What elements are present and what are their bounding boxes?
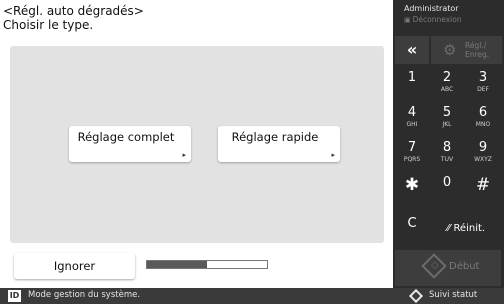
key-letters: WXYZ [474, 156, 492, 163]
quick-adjustment-label: Réglage rapide [231, 130, 319, 144]
ignore-button[interactable]: Ignorer [14, 253, 135, 279]
key-0[interactable]: 0 [430, 171, 464, 205]
key-digit: 8 [442, 140, 452, 155]
back-button[interactable]: « [395, 36, 429, 64]
main-area: <Régl. auto dégradés> Choisir le type. R… [0, 0, 393, 288]
key-3[interactable]: 3 DEF [466, 66, 500, 100]
key-letters: PQRS [403, 156, 421, 163]
type-selection-panel: Réglage complet ▸ Réglage rapide ▸ [10, 46, 384, 243]
id-badge: ID [8, 290, 21, 302]
triangle-right-icon: ▸ [182, 151, 186, 159]
progress-bar [146, 260, 268, 269]
key-letters: JKL [442, 121, 452, 128]
key-letters: MNO [475, 121, 491, 128]
key-5[interactable]: 5 JKL [430, 101, 464, 135]
key-9[interactable]: 9 WXYZ [466, 136, 500, 170]
key-7[interactable]: 7 PQRS [395, 136, 429, 170]
status-monitor-label: Suivi statut [429, 290, 478, 300]
user-name: Administrator [404, 4, 459, 13]
progress-fill [147, 261, 207, 268]
gear-icon: ⚙ [443, 41, 457, 59]
key-digit: 1 [407, 70, 417, 85]
status-message: Mode gestion du système. [28, 290, 141, 300]
key-4[interactable]: 4 GHI [395, 101, 429, 135]
key-c[interactable]: C [395, 212, 429, 246]
full-adjustment-button[interactable]: Réglage complet ▸ [69, 126, 191, 162]
key-digit: 7 [407, 140, 417, 155]
page-subtitle: Choisir le type. [3, 18, 94, 32]
key-1[interactable]: 1 [395, 66, 429, 100]
full-adjustment-label: Réglage complet [77, 130, 175, 144]
key-star[interactable]: ✱ [395, 171, 429, 205]
key-letters: GHI [406, 121, 418, 128]
key-digit: # [475, 175, 491, 195]
key-digit: 3 [478, 70, 488, 85]
key-digit: 5 [442, 105, 452, 120]
logout-label: Déconnexion [412, 15, 462, 24]
key-2[interactable]: 2 ABC [430, 66, 464, 100]
key-8[interactable]: 8 TUV [430, 136, 464, 170]
start-button[interactable]: ◇ Début [395, 250, 501, 286]
status-bar: ID Mode gestion du système. Suivi statut [0, 288, 504, 304]
logout-button[interactable]: ▣ Déconnexion [404, 15, 462, 24]
key-6[interactable]: 6 MNO [466, 101, 500, 135]
double-chevron-left-icon: « [406, 40, 418, 59]
quick-adjustment-button[interactable]: Réglage rapide ▸ [218, 126, 340, 162]
key-digit: 9 [478, 140, 488, 155]
register-settings-button[interactable]: ⚙ Régl./ Enreg. [431, 36, 502, 64]
page-title: <Régl. auto dégradés> [3, 4, 144, 18]
key-digit: 6 [478, 105, 488, 120]
start-label: Début [449, 261, 480, 272]
key-hash[interactable]: # [466, 171, 500, 205]
triangle-right-icon: ▸ [331, 151, 335, 159]
status-monitor-button[interactable]: Suivi statut [407, 288, 504, 304]
key-digit: 4 [407, 105, 417, 120]
key-letters: DEF [477, 86, 489, 93]
reset-button[interactable]: ⁄⁄ Réinit. [430, 212, 502, 246]
key-letters: ABC [440, 86, 454, 93]
logout-icon: ▣ [404, 16, 411, 24]
key-digit: ✱ [404, 175, 420, 195]
register-label-line1: Régl./ [465, 41, 487, 50]
status-diamond-icon [408, 288, 424, 304]
reset-label: Réinit. [453, 223, 486, 234]
key-letters: TUV [440, 156, 454, 163]
register-label-line2: Enreg. [465, 50, 490, 59]
side-panel: Administrator ▣ Déconnexion « ⚙ Régl./ En… [393, 0, 504, 288]
key-digit: C [407, 216, 417, 231]
key-digit: 0 [442, 175, 452, 190]
key-digit: 2 [442, 70, 452, 85]
